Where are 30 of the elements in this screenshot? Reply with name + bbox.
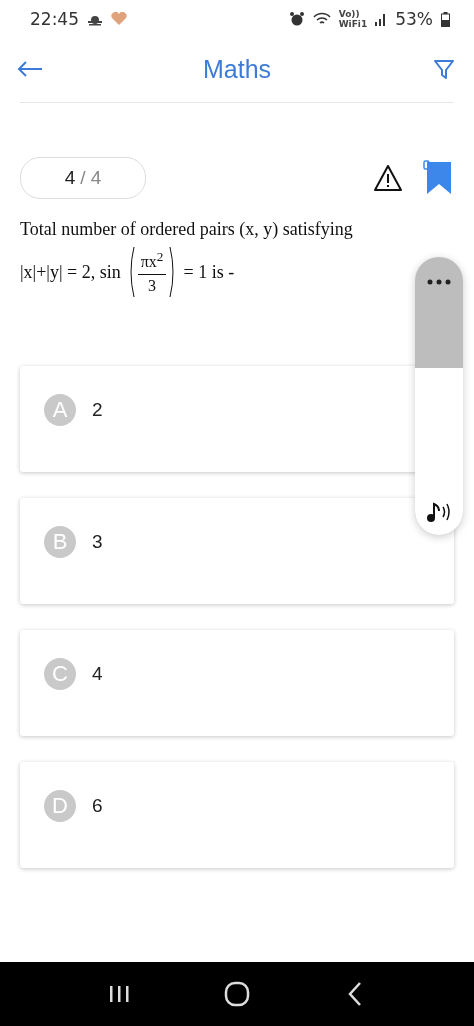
option-text: 2 — [92, 398, 103, 422]
home-icon — [224, 981, 250, 1007]
option-text: 4 — [92, 662, 103, 686]
fraction-denominator: 3 — [148, 275, 157, 295]
status-time: 22:45 — [30, 9, 79, 29]
network-label: Vo)) WiFi1 — [338, 9, 368, 29]
bookmark-button[interactable] — [422, 162, 454, 194]
heart-icon — [111, 12, 127, 26]
page-title: Maths — [201, 54, 273, 84]
question-counter: 4 / 4 — [20, 157, 146, 199]
signal-icon — [375, 12, 388, 26]
back-arrow-icon — [17, 61, 43, 77]
equation-text: = 1 is - — [183, 261, 235, 283]
warning-button[interactable] — [372, 162, 404, 194]
warning-icon — [373, 164, 403, 192]
wifi-icon — [312, 12, 331, 26]
option-text: 3 — [92, 530, 103, 554]
filter-icon — [433, 58, 455, 80]
option-text: 6 — [92, 794, 103, 818]
recent-apps-icon — [108, 984, 130, 1004]
alarm-icon — [288, 11, 305, 27]
equation-text: |x|+|y| = 2, sin — [20, 261, 121, 283]
more-icon[interactable] — [427, 279, 451, 285]
music-note-icon[interactable] — [426, 501, 452, 523]
battery-icon — [441, 11, 450, 27]
fraction-numerator: πx$^{2}$ — [137, 249, 167, 275]
question-text: Total number of ordered pairs (x, y) satisfying — [20, 219, 354, 240]
battery-percent: 53% — [395, 9, 433, 29]
chevron-left-icon — [347, 981, 363, 1007]
bookmark-icon — [423, 160, 453, 196]
